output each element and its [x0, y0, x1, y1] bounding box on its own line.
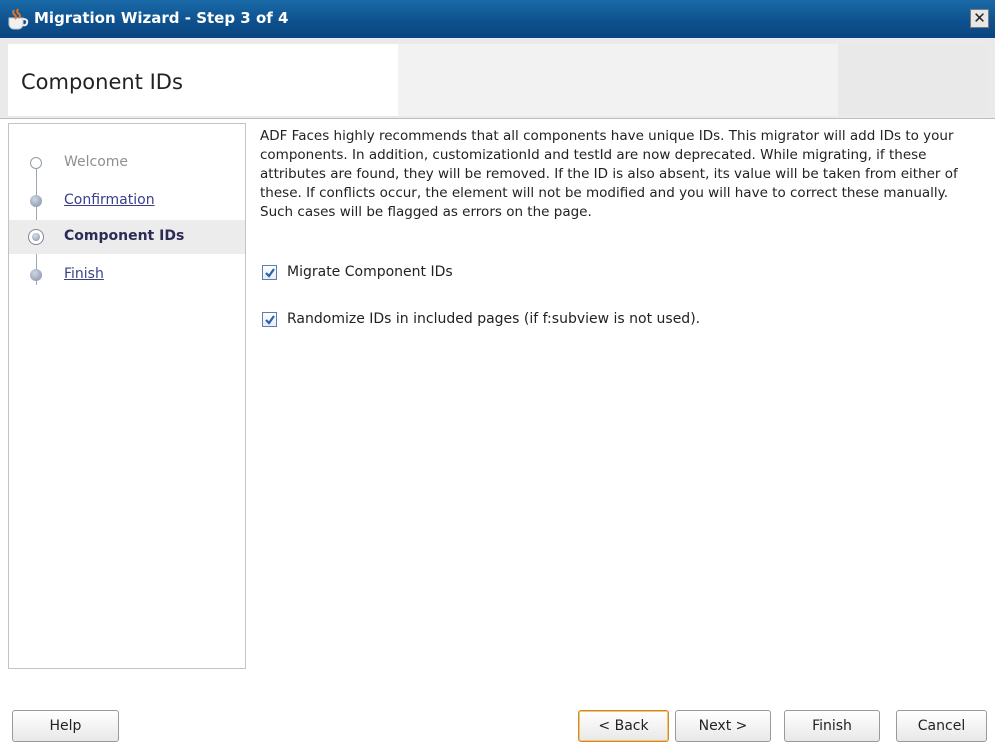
randomize-ids-checkbox[interactable]: [262, 311, 277, 327]
next-button[interactable]: Next >: [675, 710, 771, 742]
header-decoration: [398, 44, 838, 116]
randomize-ids-option[interactable]: Randomize IDs in included pages (if f:su…: [262, 311, 700, 327]
nav-step-component-ids: Component IDs: [9, 220, 245, 254]
step-description: ADF Faces highly recommends that all com…: [260, 128, 958, 220]
nav-step-label[interactable]: Confirmation: [64, 192, 155, 208]
wizard-header: Component IDs: [0, 38, 995, 118]
nav-step-label: Welcome: [64, 154, 129, 170]
page-title: Component IDs: [21, 70, 183, 94]
wizard-step-nav: Welcome Confirmation Component IDs Finis…: [8, 123, 246, 669]
window-titlebar[interactable]: Migration Wizard - Step 3 of 4 ✕: [0, 0, 995, 38]
finish-button[interactable]: Finish: [784, 710, 880, 742]
header-decoration-right: [838, 44, 988, 116]
step-bullet-icon: [30, 269, 42, 281]
header-divider: [0, 118, 995, 119]
migrate-component-ids-checkbox[interactable]: [262, 264, 277, 280]
nav-step-finish[interactable]: Finish: [9, 258, 245, 292]
checkmark-icon: [265, 314, 275, 325]
nav-step-confirmation[interactable]: Confirmation: [9, 184, 245, 218]
help-button[interactable]: Help: [12, 710, 119, 742]
close-button[interactable]: ✕: [970, 9, 989, 28]
step-done-icon: [30, 157, 42, 169]
migrate-component-ids-option[interactable]: Migrate Component IDs: [262, 264, 453, 280]
nav-step-label: Component IDs: [64, 228, 185, 244]
step-current-icon: [28, 229, 44, 245]
checkbox-label: Randomize IDs in included pages (if f:su…: [287, 311, 701, 327]
back-button[interactable]: < Back: [578, 710, 669, 742]
checkmark-icon: [265, 267, 275, 278]
cancel-button[interactable]: Cancel: [896, 710, 987, 742]
nav-step-welcome: Welcome: [9, 146, 245, 180]
nav-step-label[interactable]: Finish: [64, 266, 104, 282]
step-content: ADF Faces highly recommends that all com…: [260, 127, 980, 222]
window-title: Migration Wizard - Step 3 of 4: [34, 9, 289, 27]
step-bullet-icon: [30, 195, 42, 207]
checkbox-label: Migrate Component IDs: [287, 264, 453, 280]
java-cup-icon: [5, 8, 31, 30]
wizard-footer: Help < Back Next > Finish Cancel: [0, 671, 995, 746]
